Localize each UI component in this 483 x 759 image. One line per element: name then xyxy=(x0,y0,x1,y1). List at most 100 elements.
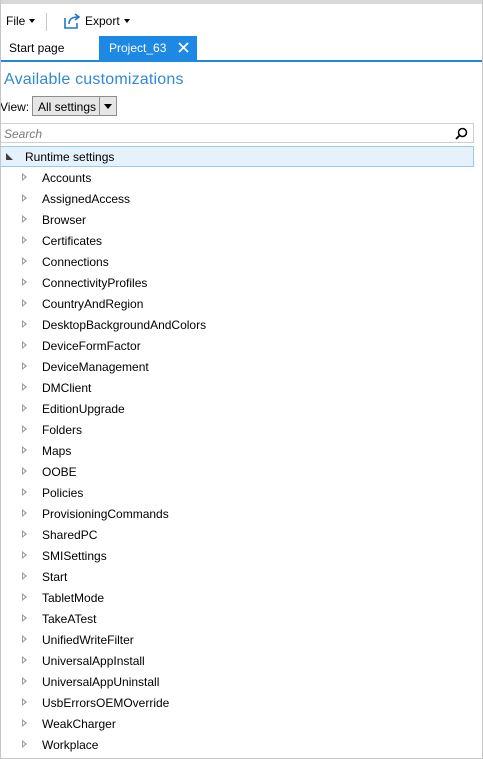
collapse-arrow-icon[interactable] xyxy=(6,153,13,160)
tree-root-runtime-settings[interactable]: Runtime settings xyxy=(0,146,474,167)
tree-item-label: ProvisioningCommands xyxy=(42,507,169,521)
tree-item[interactable]: TabletMode xyxy=(0,587,474,608)
tree-item[interactable]: CountryAndRegion xyxy=(0,293,474,314)
search-input[interactable] xyxy=(4,126,444,141)
tree-item[interactable]: Folders xyxy=(0,419,474,440)
expand-arrow-icon[interactable] xyxy=(22,488,27,496)
tree-item-label: Maps xyxy=(42,444,72,458)
tree-item-label: SharedPC xyxy=(42,528,98,542)
tree-item[interactable]: Start xyxy=(0,566,474,587)
tree-item[interactable]: DeviceManagement xyxy=(0,356,474,377)
export-icon xyxy=(64,13,81,29)
tab-start-page[interactable]: Start page xyxy=(9,41,64,55)
expand-arrow-icon[interactable] xyxy=(22,530,27,538)
tree-item[interactable]: WeakCharger xyxy=(0,713,474,734)
tree-item-label: Accounts xyxy=(42,171,92,185)
expand-arrow-icon[interactable] xyxy=(22,425,27,433)
tree-item-label: Start xyxy=(42,570,68,584)
expand-arrow-icon[interactable] xyxy=(22,383,27,391)
close-icon[interactable] xyxy=(177,41,190,54)
tree-item[interactable]: Certificates xyxy=(0,230,474,251)
tree-item[interactable]: SharedPC xyxy=(0,524,474,545)
expand-arrow-icon[interactable] xyxy=(22,656,27,664)
expand-arrow-icon[interactable] xyxy=(22,320,27,328)
expand-arrow-icon[interactable] xyxy=(22,173,27,181)
tree-item-label: UsbErrorsOEMOverride xyxy=(42,696,170,710)
file-menu[interactable]: File xyxy=(6,13,36,29)
tree-item[interactable]: Browser xyxy=(0,209,474,230)
tree-item[interactable]: Maps xyxy=(0,440,474,461)
tree-item[interactable]: SMISettings xyxy=(0,545,474,566)
tree-item-label: Policies xyxy=(42,486,84,500)
tree-root-label: Runtime settings xyxy=(25,150,115,164)
tree-item[interactable]: Accounts xyxy=(0,167,474,188)
expand-arrow-icon[interactable] xyxy=(22,299,27,307)
tree-list: Accounts AssignedAccess Browser Certificate… xyxy=(0,167,474,755)
tree-item-label: DeviceFormFactor xyxy=(42,339,141,353)
expand-arrow-icon[interactable] xyxy=(22,509,27,517)
expand-arrow-icon[interactable] xyxy=(22,614,27,622)
expand-arrow-icon[interactable] xyxy=(22,446,27,454)
tree-item-label: ConnectivityProfiles xyxy=(42,276,148,290)
expand-arrow-icon[interactable] xyxy=(22,551,27,559)
expand-arrow-icon[interactable] xyxy=(22,698,27,706)
expand-arrow-icon[interactable] xyxy=(22,740,27,748)
search-icon[interactable] xyxy=(455,127,468,140)
tree-item[interactable]: DeviceFormFactor xyxy=(0,335,474,356)
window-left-border xyxy=(0,0,1,759)
tree-item[interactable]: DesktopBackgroundAndColors xyxy=(0,314,474,335)
dropdown-arrow-icon[interactable] xyxy=(99,97,116,115)
file-menu-label: File xyxy=(6,14,26,28)
expand-arrow-icon[interactable] xyxy=(22,257,27,265)
tree-item-label: TabletMode xyxy=(42,591,105,605)
tree-item-label: AssignedAccess xyxy=(42,192,131,206)
tab-bar: Start page Project_63 xyxy=(0,36,483,62)
tree-item-label: UniversalAppUninstall xyxy=(42,675,160,689)
chevron-down-icon xyxy=(29,19,36,23)
expand-arrow-icon[interactable] xyxy=(22,635,27,643)
expand-arrow-icon[interactable] xyxy=(22,719,27,727)
tree-item-label: Certificates xyxy=(42,234,103,248)
expand-arrow-icon[interactable] xyxy=(22,341,27,349)
tab-project-label: Project_63 xyxy=(109,41,167,55)
expand-arrow-icon[interactable] xyxy=(22,362,27,370)
view-select[interactable]: All settings xyxy=(32,96,117,116)
menu-bar: File Export xyxy=(0,4,483,36)
tree-item[interactable]: UsbErrorsOEMOverride xyxy=(0,692,474,713)
tab-project[interactable]: Project_63 xyxy=(99,36,197,60)
tree-item[interactable]: EditionUpgrade xyxy=(0,398,474,419)
tree-item-label: DesktopBackgroundAndColors xyxy=(42,318,207,332)
menu-divider xyxy=(46,13,47,31)
tree-item[interactable]: TakeATest xyxy=(0,608,474,629)
tree-item[interactable]: AssignedAccess xyxy=(0,188,474,209)
expand-arrow-icon[interactable] xyxy=(22,467,27,475)
tree-item[interactable]: UniversalAppInstall xyxy=(0,650,474,671)
tree-item[interactable]: OOBE xyxy=(0,461,474,482)
tree-item-label: TakeATest xyxy=(42,612,97,626)
expand-arrow-icon[interactable] xyxy=(22,236,27,244)
tree-item[interactable]: UniversalAppUninstall xyxy=(0,671,474,692)
export-menu-label: Export xyxy=(85,14,120,28)
expand-arrow-icon[interactable] xyxy=(22,404,27,412)
tree-item-label: SMISettings xyxy=(42,549,107,563)
tree-item[interactable]: DMClient xyxy=(0,377,474,398)
expand-arrow-icon[interactable] xyxy=(22,194,27,202)
expand-arrow-icon[interactable] xyxy=(22,677,27,685)
tree-item[interactable]: Policies xyxy=(0,482,474,503)
tree-item-label: CountryAndRegion xyxy=(42,297,144,311)
tree-item[interactable]: ConnectivityProfiles xyxy=(0,272,474,293)
tree-item[interactable]: Workplace xyxy=(0,734,474,755)
search-box xyxy=(0,123,474,143)
tree-item[interactable]: ProvisioningCommands xyxy=(0,503,474,524)
tree-item[interactable]: Connections xyxy=(0,251,474,272)
tree-item-label: DMClient xyxy=(42,381,92,395)
tree-item[interactable]: UnifiedWriteFilter xyxy=(0,629,474,650)
export-menu[interactable]: Export xyxy=(63,12,130,30)
expand-arrow-icon[interactable] xyxy=(22,215,27,223)
expand-arrow-icon[interactable] xyxy=(22,572,27,580)
panel-title: Available customizations xyxy=(4,71,184,88)
expand-arrow-icon[interactable] xyxy=(22,278,27,286)
expand-arrow-icon[interactable] xyxy=(22,593,27,601)
chevron-down-icon xyxy=(123,19,130,23)
tree-item-label: WeakCharger xyxy=(42,717,116,731)
